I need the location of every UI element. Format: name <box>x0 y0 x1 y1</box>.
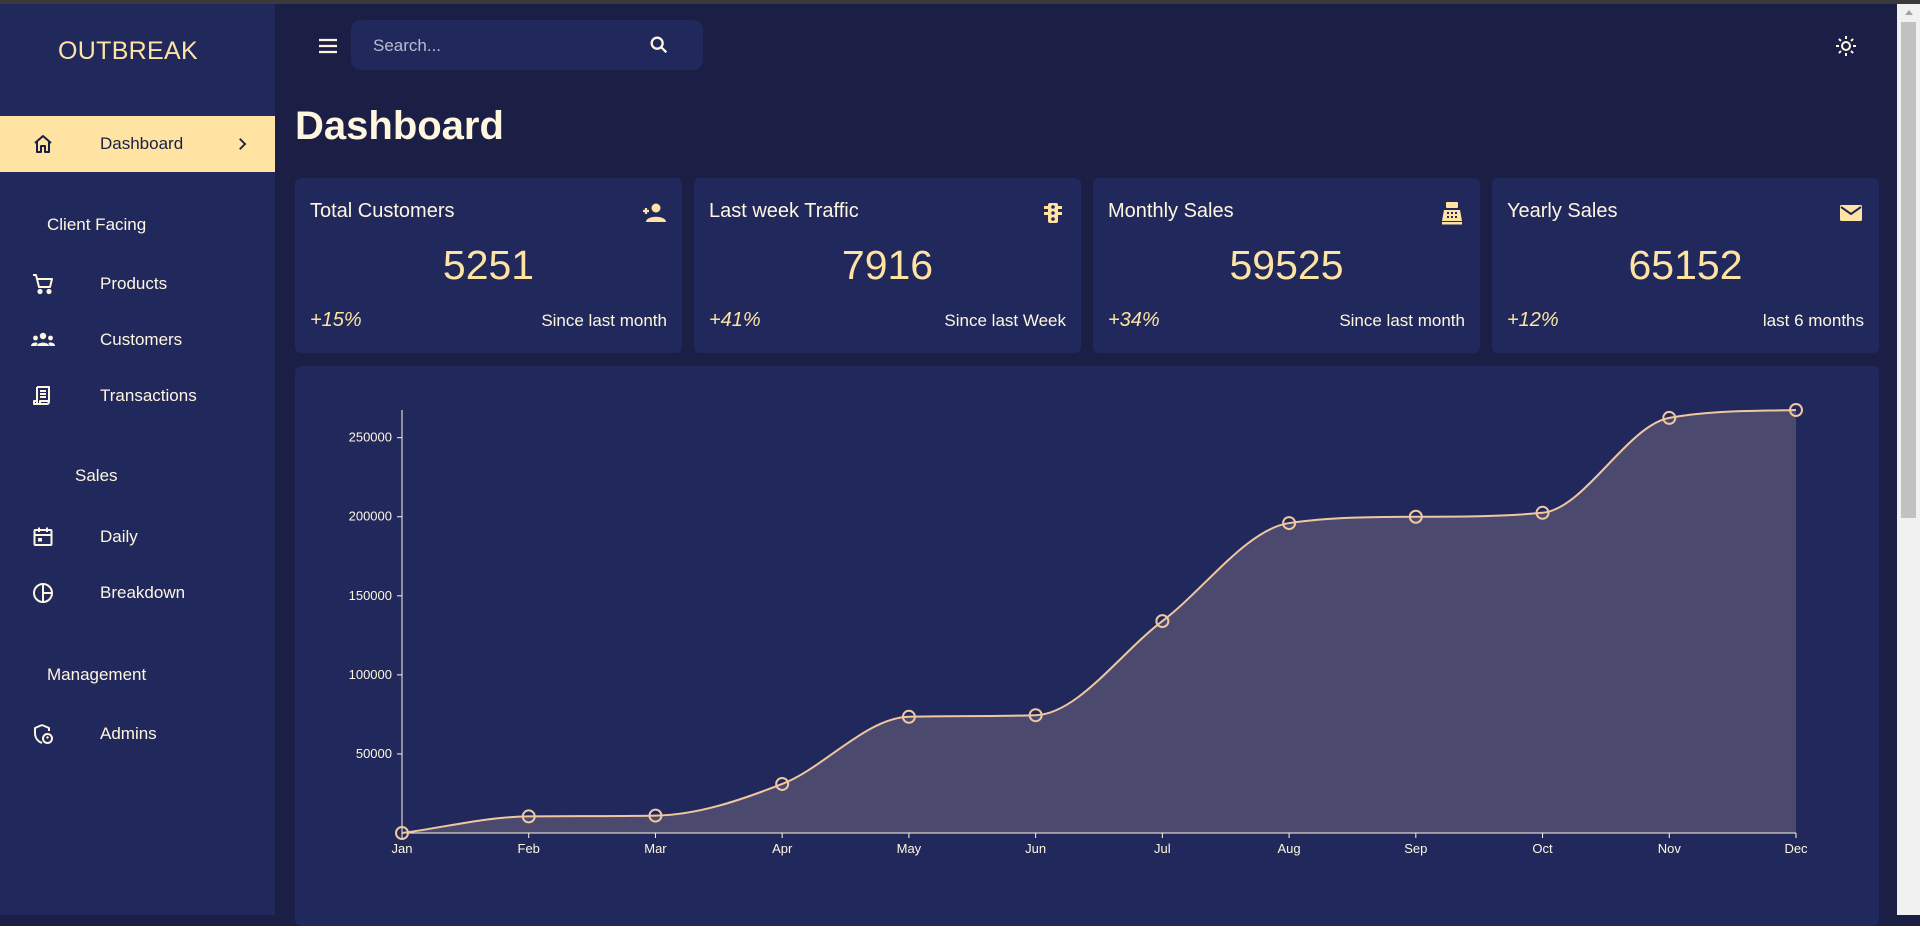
chart-y-tick-label: 100000 <box>349 667 392 682</box>
stat-value: 65152 <box>1628 242 1743 288</box>
stat-title: Last week Traffic <box>709 200 859 222</box>
stat-title: Yearly Sales <box>1507 200 1618 222</box>
stat-change: +12% <box>1507 309 1559 331</box>
search-button[interactable] <box>646 32 672 58</box>
scroll-up-arrow-icon[interactable] <box>1897 4 1920 21</box>
stat-card-yearly-sales: Yearly Sales 65152 +12% last 6 months <box>1492 178 1879 353</box>
chart-y-tick-label: 250000 <box>349 430 392 445</box>
chart-x-tick-label: Apr <box>772 841 793 856</box>
section-sales: Sales <box>75 466 118 485</box>
stat-card-last-week-traffic: Last week Traffic 7916 +41% Since last W… <box>694 178 1081 353</box>
sidebar-item-label: Breakdown <box>100 583 186 602</box>
stat-change: +34% <box>1108 309 1160 331</box>
chart-x-tick-label: May <box>897 841 922 856</box>
sidebar-item-products[interactable]: Products <box>0 256 275 312</box>
stat-title: Total Customers <box>310 200 455 222</box>
stat-title: Monthly Sales <box>1108 200 1234 222</box>
pie-chart-icon <box>30 580 56 606</box>
stat-card-total-customers: Total Customers 5251 +15% Since last mon… <box>295 178 682 353</box>
calendar-icon <box>30 524 56 550</box>
sales-area-chart[interactable]: 50000 100000 150000 200000 250000 Jan Feb Mar Ap… <box>295 366 1879 915</box>
chart-x-tick-label: Jan <box>392 841 413 856</box>
sidebar-item-breakdown[interactable]: Breakdown <box>0 565 275 621</box>
section-management: Management <box>47 665 147 684</box>
search-input[interactable] <box>371 20 665 72</box>
stat-value: 59525 <box>1229 242 1344 288</box>
chart-x-tick-label: Feb <box>518 841 540 856</box>
sidebar-item-customers[interactable]: Customers <box>0 312 275 368</box>
chart-y-tick-label: 50000 <box>356 746 392 761</box>
chart-x-tick-label: Nov <box>1658 841 1682 856</box>
page-scrollbar[interactable] <box>1897 4 1920 915</box>
theme-toggle-button[interactable] <box>1831 31 1861 61</box>
stat-value: 7916 <box>841 242 934 288</box>
sales-chart-panel: 50000 100000 150000 200000 250000 Jan Feb Mar Ap… <box>295 366 1879 926</box>
home-icon <box>30 131 56 157</box>
chart-area-fill <box>402 410 1796 833</box>
search-bar <box>351 20 703 72</box>
stat-change: +15% <box>310 309 362 331</box>
sidebar-item-label: Admins <box>100 724 157 743</box>
search-icon <box>650 36 668 54</box>
stat-value: 5251 <box>442 242 535 288</box>
email-icon <box>1838 200 1864 226</box>
window-top-border <box>0 0 1920 4</box>
sidebar-item-daily[interactable]: Daily <box>0 509 275 565</box>
sidebar-item-label: Products <box>100 274 168 293</box>
stat-description: Since last month <box>1339 311 1465 330</box>
stat-change: +41% <box>709 309 761 331</box>
chevron-right-icon <box>239 138 247 150</box>
page-title: Dashboard <box>295 104 504 148</box>
traffic-icon <box>1040 200 1066 226</box>
menu-toggle-button[interactable] <box>313 31 343 61</box>
chart-x-tick-label: Jul <box>1154 841 1171 856</box>
chart-y-tick-label: 150000 <box>349 588 392 603</box>
sidebar-item-label: Transactions <box>100 386 197 405</box>
point-of-sale-icon <box>1439 200 1465 226</box>
receipt-icon <box>30 383 56 409</box>
chart-x-tick-label: Oct <box>1532 841 1553 856</box>
sidebar-item-dashboard[interactable]: Dashboard <box>0 116 275 172</box>
chart-x-tick-label: Jun <box>1025 841 1046 856</box>
sidebar: OUTBREAK Dashboard Client Facing Product… <box>0 4 275 915</box>
groups-icon <box>30 327 56 353</box>
stat-description: Since last Week <box>944 311 1066 330</box>
chart-y-tick-label: 200000 <box>349 509 392 524</box>
chart-x-tick-label: Dec <box>1784 841 1808 856</box>
admin-shield-icon <box>30 721 56 747</box>
stat-description: last 6 months <box>1762 311 1864 330</box>
chart-x-tick-label: Mar <box>644 841 667 856</box>
chart-x-tick-label: Sep <box>1404 841 1427 856</box>
section-client-facing: Client Facing <box>47 215 147 234</box>
scrollbar-thumb[interactable] <box>1901 22 1916 518</box>
sidebar-item-transactions[interactable]: Transactions <box>0 368 275 424</box>
menu-icon <box>319 38 337 54</box>
stat-description: Since last month <box>541 311 667 330</box>
light-mode-icon <box>1836 36 1856 56</box>
sidebar-item-admins[interactable]: Admins <box>0 706 275 762</box>
brand-logo[interactable]: OUTBREAK <box>0 37 256 66</box>
chart-x-tick-label: Aug <box>1278 841 1301 856</box>
stat-card-monthly-sales: Monthly Sales 59525 +34% Since last mont… <box>1093 178 1480 353</box>
sidebar-item-label: Daily <box>100 527 138 546</box>
person-add-icon <box>641 200 667 226</box>
sidebar-item-label: Dashboard <box>100 134 184 153</box>
cart-icon <box>30 271 56 297</box>
sidebar-item-label: Customers <box>100 330 183 349</box>
